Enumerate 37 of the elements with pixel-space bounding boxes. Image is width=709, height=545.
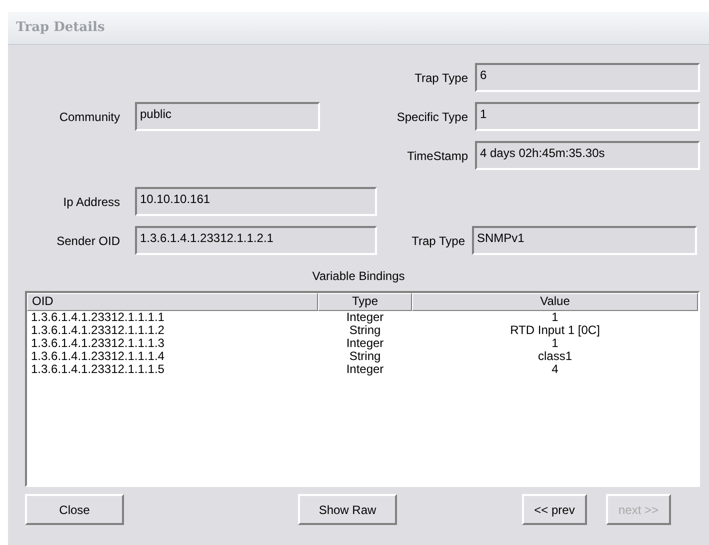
column-header[interactable]: Type [318,293,412,311]
field-label: Community [58,108,120,126]
column-header[interactable]: Value [412,293,698,311]
table-cell-text: 1.3.6.1.4.1.23312.1.1.1.3 [30,337,166,350]
text-field[interactable]: 1 [475,102,700,131]
section-title: Variable Bindings [312,269,405,283]
window-title: Trap Details [16,19,105,38]
table-cell-text: String [349,324,381,337]
table-cell-text: RTD Input 1 [0C] [509,324,601,337]
field-label: Specific Type [396,108,468,126]
field-label: Trap Type [410,232,465,250]
close-button[interactable]: Close [25,494,124,525]
table-cell-text: 1 [550,311,560,324]
table-cell-text: String [349,350,381,363]
text-field[interactable]: 6 [475,63,700,92]
text-field[interactable]: 10.10.10.161 [135,187,377,216]
table-cell-text: class1 [536,350,573,363]
table-cell-text: Integer [345,311,385,324]
field-label: TimeStamp [406,148,468,164]
field-label: Sender OID [56,232,120,250]
table-cell-text: 1.3.6.1.4.1.23312.1.1.1.4 [30,350,166,363]
text-field[interactable]: public [135,102,320,131]
text-field[interactable]: 1.3.6.1.4.1.23312.1.1.2.1 [135,226,377,255]
text-field[interactable]: SNMPv1 [472,226,697,255]
prev-button[interactable]: << prev [522,494,587,525]
field-label: Trap Type [414,70,468,86]
table-cell-text: 1 [552,337,558,350]
table-cell-text: 1.3.6.1.4.1.23312.1.1.1.2 [30,324,166,337]
table-cell-text: 1.3.6.1.4.1.23312.1.1.1.5 [30,363,166,376]
raw-button[interactable]: Show Raw [298,494,397,525]
field-label: Ip Address [62,194,120,210]
table-cell-text: 4 [550,363,560,376]
table-cell-text: Integer [345,337,385,350]
column-header[interactable]: OID [27,293,318,311]
table-cell-text: Integer [345,363,385,376]
table-cell-text: 1.3.6.1.4.1.23312.1.1.1.1 [30,311,166,324]
text-field[interactable]: 4 days 02h:45m:35.30s [475,141,700,170]
